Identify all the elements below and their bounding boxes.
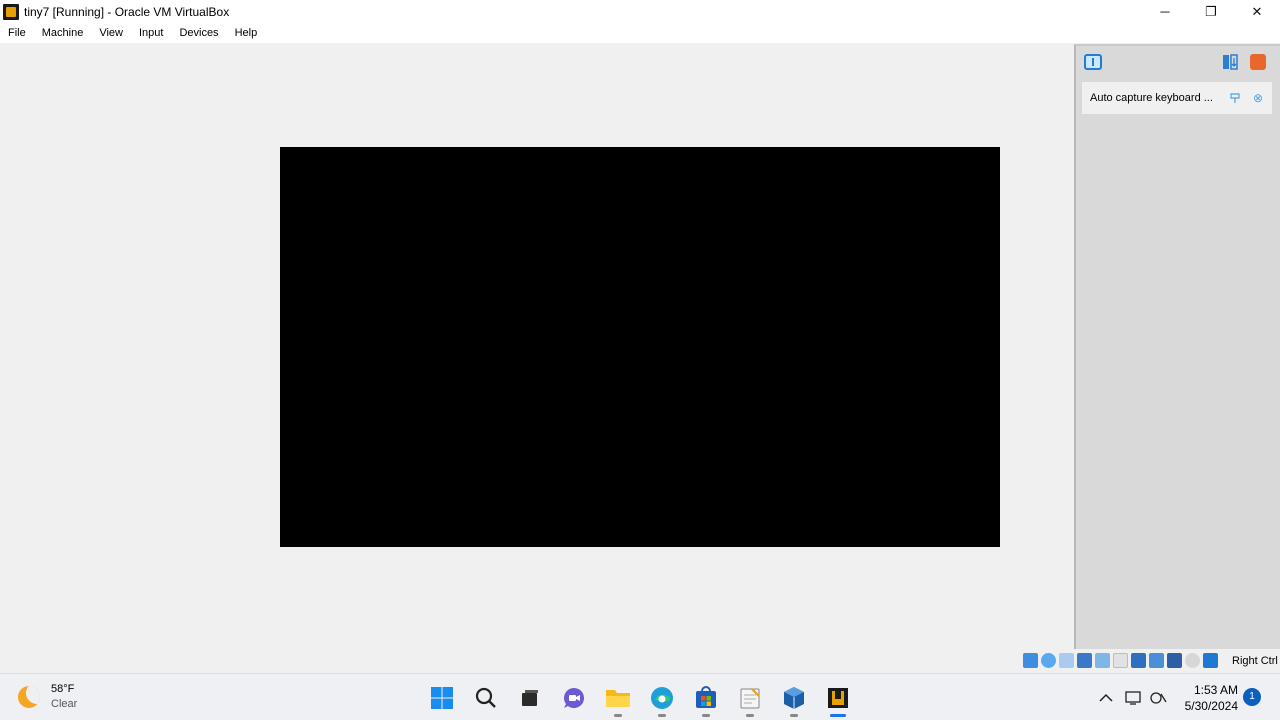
virtualbox-manager-button[interactable] xyxy=(772,674,816,720)
clock-date: 5/30/2024 xyxy=(1184,699,1238,713)
teams-chat-button[interactable] xyxy=(552,674,596,720)
keyboard-capture-icon[interactable] xyxy=(1203,653,1218,668)
notification-center-header xyxy=(1076,46,1280,78)
host-key-label: Right Ctrl xyxy=(1232,655,1278,667)
menu-devices[interactable]: Devices xyxy=(171,23,226,43)
vm-window-button[interactable] xyxy=(816,674,860,720)
notepad-icon xyxy=(740,687,760,708)
start-button[interactable] xyxy=(420,674,464,720)
notification-item[interactable]: Auto capture keyboard ... ⊗ xyxy=(1082,82,1272,114)
running-indicator xyxy=(658,714,666,717)
vm-status-bar: Right Ctrl xyxy=(0,649,1280,673)
weather-temp: 58°F xyxy=(51,683,75,695)
system-tray xyxy=(1094,674,1170,720)
clock[interactable]: 1:53 AM 5/30/2024 xyxy=(1178,682,1238,714)
cpu-icon[interactable] xyxy=(1167,653,1182,668)
task-view-button[interactable] xyxy=(508,674,552,720)
display-icon[interactable] xyxy=(1131,653,1146,668)
taskbar-apps xyxy=(420,674,860,720)
running-indicator xyxy=(614,714,622,717)
search-icon xyxy=(475,687,496,708)
window-title: tiny7 [Running] - Oracle VM VirtualBox xyxy=(24,4,230,19)
active-indicator xyxy=(830,714,846,717)
window-controls: ─ ❐ ✕ xyxy=(1142,0,1280,23)
vm-display-area[interactable] xyxy=(0,43,1074,673)
notification-center: Auto capture keyboard ... ⊗ xyxy=(1074,44,1280,649)
pin-icon[interactable] xyxy=(1229,92,1241,104)
virtualbox-vm-icon xyxy=(828,687,848,708)
recording-icon[interactable] xyxy=(1149,653,1164,668)
notification-badge[interactable]: 1 xyxy=(1243,688,1261,706)
title-bar: tiny7 [Running] - Oracle VM VirtualBox ─… xyxy=(0,0,1280,23)
shared-folder-icon[interactable] xyxy=(1113,653,1128,668)
audio-icon[interactable] xyxy=(1059,653,1074,668)
close-all-notifications-icon[interactable] xyxy=(1250,54,1266,70)
running-indicator xyxy=(702,714,710,717)
notepad-button[interactable] xyxy=(728,674,772,720)
network-icon[interactable] xyxy=(1077,653,1092,668)
menu-input[interactable]: Input xyxy=(131,23,171,43)
task-view-icon xyxy=(522,689,538,706)
hard-disk-icon[interactable] xyxy=(1023,653,1038,668)
windows-taskbar: 58°F Clear 1:53 AM 5/30/2024 1 xyxy=(0,673,1280,720)
running-indicator xyxy=(746,714,754,717)
edge-button[interactable] xyxy=(640,674,684,720)
menu-file[interactable]: File xyxy=(0,23,34,43)
weather-text: 58°F Clear xyxy=(51,682,77,712)
moon-icon xyxy=(18,686,40,708)
virtualbox-app-icon[interactable] xyxy=(3,3,19,20)
menu-help[interactable]: Help xyxy=(227,23,266,43)
file-explorer-icon xyxy=(606,689,630,707)
minimize-button[interactable]: ─ xyxy=(1142,0,1188,23)
close-button[interactable]: ✕ xyxy=(1234,0,1280,23)
weather-widget[interactable]: 58°F Clear xyxy=(18,682,77,712)
usb-icon[interactable] xyxy=(1095,653,1110,668)
edge-icon xyxy=(651,686,673,709)
restore-button[interactable]: ❐ xyxy=(1188,0,1234,23)
notification-close-icon[interactable]: ⊗ xyxy=(1252,92,1264,104)
optical-drive-icon[interactable] xyxy=(1041,653,1056,668)
menu-bar: File Machine View Input Devices Help xyxy=(0,23,1280,43)
file-explorer-button[interactable] xyxy=(596,674,640,720)
mouse-integration-icon[interactable] xyxy=(1185,653,1200,668)
display-tray-icon[interactable] xyxy=(1122,686,1146,710)
weather-condition: Clear xyxy=(51,698,78,710)
store-icon xyxy=(696,685,716,708)
show-hidden-icons-icon[interactable] xyxy=(1094,686,1118,710)
network-volume-icon[interactable] xyxy=(1146,686,1170,710)
notification-info-icon xyxy=(1084,54,1102,70)
sort-order-icon[interactable] xyxy=(1222,54,1238,70)
virtualbox-icon xyxy=(784,686,804,709)
running-indicator xyxy=(790,714,798,717)
start-icon xyxy=(431,686,453,709)
teams-chat-icon xyxy=(564,687,584,708)
store-button[interactable] xyxy=(684,674,728,720)
clock-time: 1:53 AM xyxy=(1193,683,1238,697)
notification-message: Auto capture keyboard ... xyxy=(1090,92,1213,104)
search-button[interactable] xyxy=(464,674,508,720)
menu-machine[interactable]: Machine xyxy=(34,23,92,43)
vm-screen[interactable] xyxy=(280,147,1000,547)
status-icons xyxy=(1023,653,1218,668)
menu-view[interactable]: View xyxy=(91,23,131,43)
